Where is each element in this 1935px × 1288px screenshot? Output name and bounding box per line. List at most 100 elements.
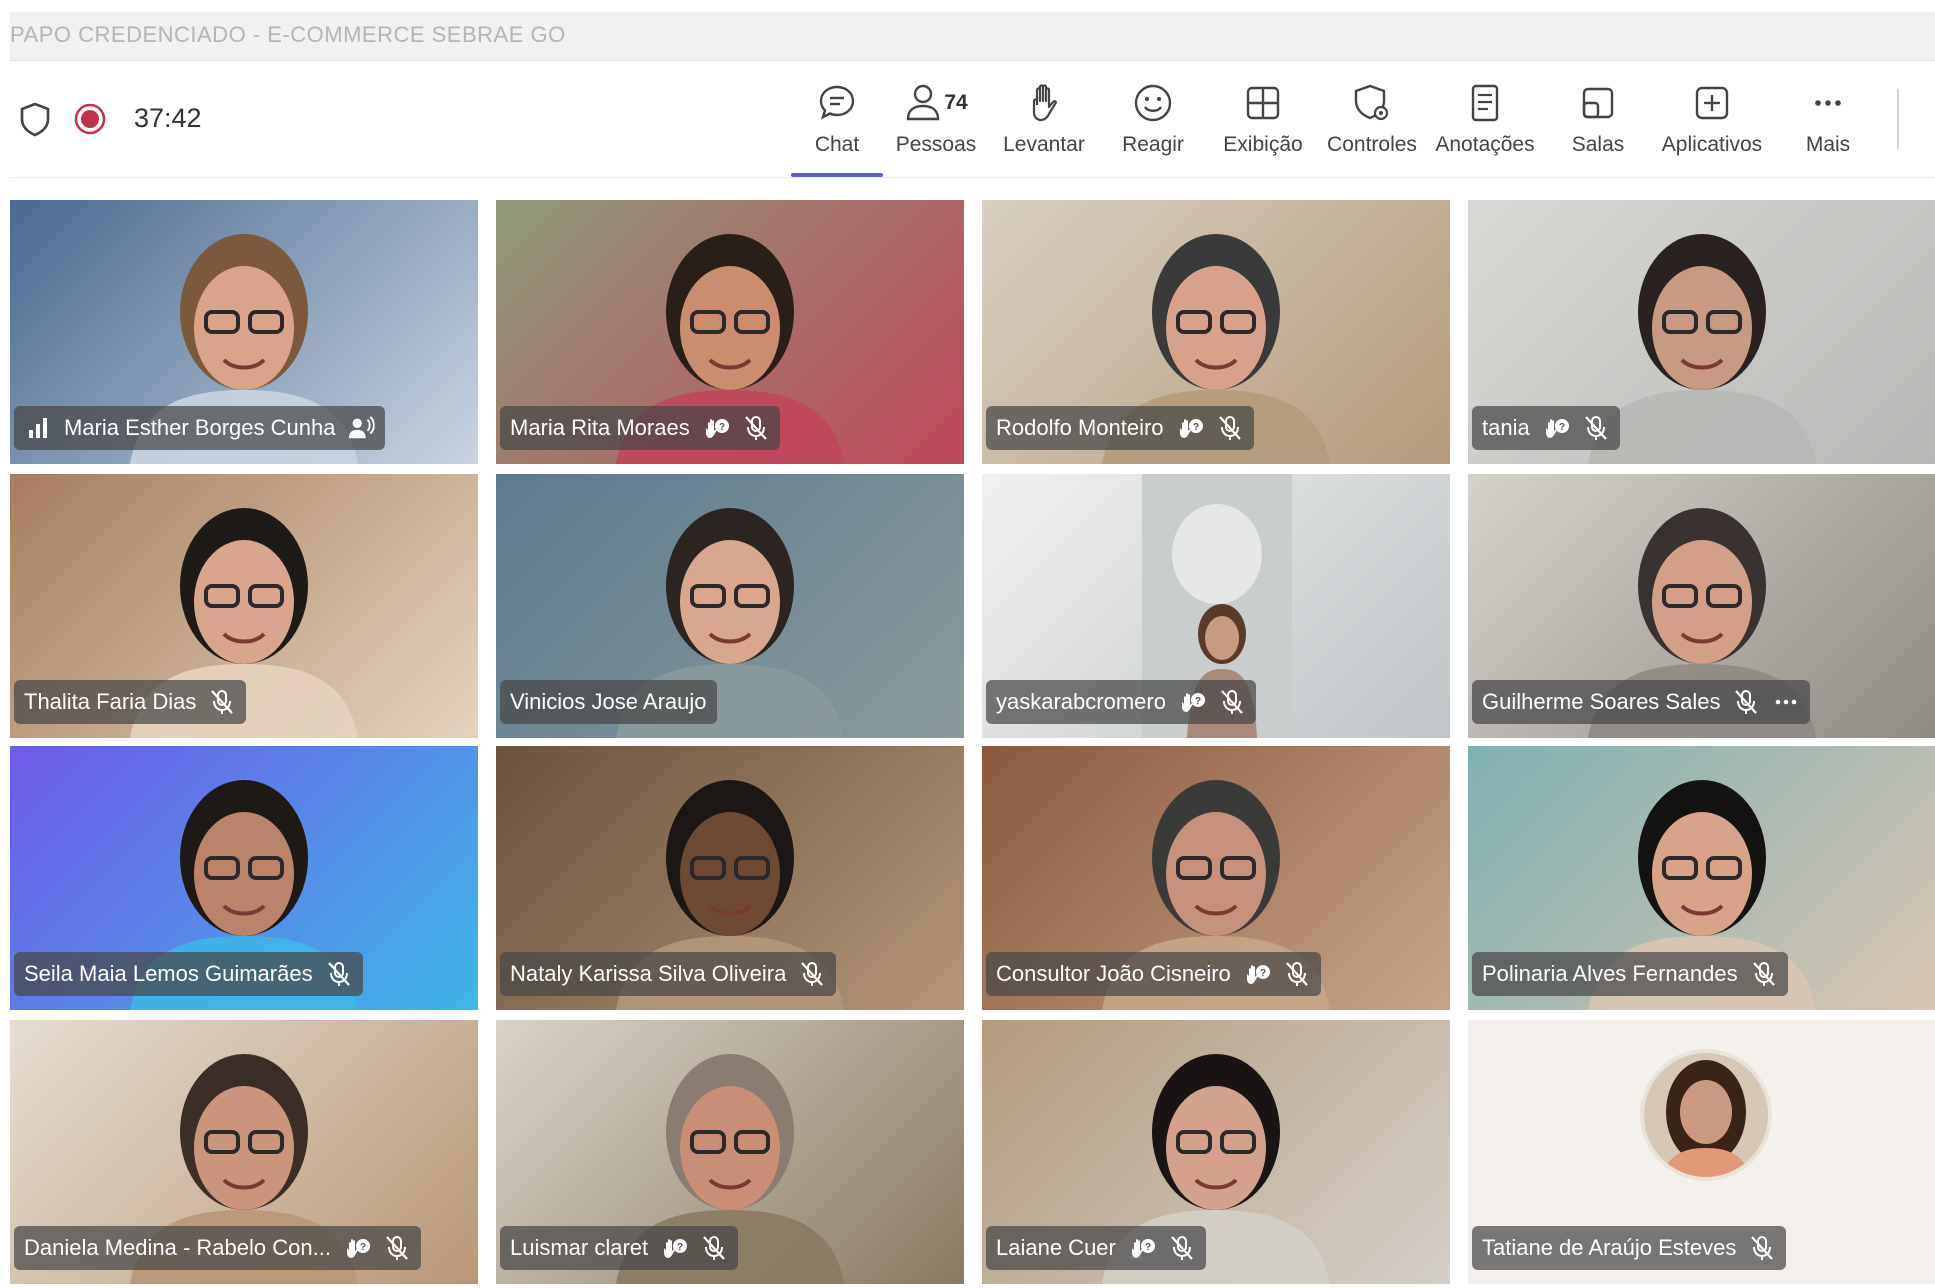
participant-tile[interactable]: Seila Maia Lemos Guimarães bbox=[10, 746, 478, 1010]
mic-off-icon bbox=[1582, 414, 1610, 442]
hand-help-icon: ? bbox=[1178, 688, 1206, 716]
participant-name: Laiane Cuer bbox=[996, 1235, 1116, 1260]
raise-hand-icon bbox=[1025, 81, 1063, 125]
speaking-icon bbox=[347, 414, 376, 442]
participant-name: Rodolfo Monteiro bbox=[996, 415, 1164, 440]
participant-name-label: Polinaria Alves Fernandes bbox=[1472, 952, 1788, 996]
participant-name-label: Tatiane de Araújo Esteves bbox=[1472, 1226, 1787, 1270]
svg-text:?: ? bbox=[1192, 422, 1198, 433]
mic-off-icon bbox=[383, 1234, 411, 1262]
svg-text:?: ? bbox=[1559, 422, 1565, 433]
participant-name: Maria Esther Borges Cunha bbox=[64, 415, 336, 440]
hand-help-icon: ? bbox=[1542, 414, 1570, 442]
svg-text:?: ? bbox=[1260, 968, 1266, 979]
participant-tile[interactable]: Consultor João Cisneiro? bbox=[982, 746, 1450, 1010]
hand-help-icon: ? bbox=[702, 414, 730, 442]
participant-name: Luismar claret bbox=[510, 1235, 649, 1260]
participant-name: Polinaria Alves Fernandes bbox=[1482, 961, 1738, 986]
participant-tile[interactable]: tania? bbox=[1468, 200, 1935, 464]
participant-tile[interactable]: yaskarabcromero? bbox=[982, 474, 1450, 738]
participant-name-label: Vinicios Jose Araujo bbox=[500, 680, 717, 724]
more-icon bbox=[1808, 81, 1848, 125]
participant-name-label: yaskarabcromero? bbox=[986, 680, 1256, 724]
svg-text:?: ? bbox=[677, 1242, 683, 1253]
ellipsis-icon[interactable] bbox=[1772, 688, 1800, 716]
participant-name-label: Nataly Karissa Silva Oliveira bbox=[500, 952, 837, 996]
participant-tile[interactable]: Polinaria Alves Fernandes bbox=[1468, 746, 1935, 1010]
grid-view-icon bbox=[1243, 81, 1283, 125]
toolbar-button-label: Aplicativos bbox=[1661, 133, 1763, 156]
participant-tile[interactable]: Guilherme Soares Sales bbox=[1468, 474, 1935, 738]
notes-icon bbox=[1467, 81, 1503, 125]
mic-off-icon bbox=[1216, 414, 1244, 442]
participant-name: Consultor João Cisneiro bbox=[996, 961, 1231, 986]
svg-text:?: ? bbox=[719, 422, 725, 433]
participant-name: Thalita Faria Dias bbox=[24, 689, 197, 714]
toolbar-divider bbox=[1897, 89, 1899, 149]
participant-grid: Maria Esther Borges Cunha Maria Rita Mora… bbox=[10, 200, 1935, 1288]
mic-off-icon bbox=[208, 688, 236, 716]
participant-tile[interactable]: Nataly Karissa Silva Oliveira bbox=[496, 746, 964, 1010]
participant-name-label: Rodolfo Monteiro? bbox=[986, 406, 1254, 450]
signal-icon bbox=[24, 414, 52, 442]
toolbar-button-more[interactable]: Mais bbox=[1758, 61, 1898, 177]
title-bar: PAPO CREDENCIADO - E-COMMERCE SEBRAE GO bbox=[10, 12, 1935, 61]
hand-help-icon: ? bbox=[1243, 960, 1271, 988]
participant-name: Daniela Medina - Rabelo Con... bbox=[24, 1235, 331, 1260]
participant-tile[interactable]: Maria Esther Borges Cunha bbox=[10, 200, 478, 464]
people-count: 74 bbox=[944, 91, 968, 114]
svg-text:?: ? bbox=[360, 1242, 366, 1253]
participant-name-label: Maria Esther Borges Cunha bbox=[14, 406, 386, 450]
toolbar-button-label: Mais bbox=[1805, 133, 1851, 156]
svg-text:?: ? bbox=[1195, 696, 1201, 707]
rooms-icon bbox=[1578, 81, 1618, 125]
participant-name: Guilherme Soares Sales bbox=[1482, 689, 1721, 714]
mic-off-icon bbox=[1168, 1234, 1196, 1262]
participant-name-label: Seila Maia Lemos Guimarães bbox=[14, 952, 363, 996]
toolbar-button-label: Chat bbox=[814, 133, 860, 156]
participant-tile[interactable]: Tatiane de Araújo Esteves bbox=[1468, 1020, 1935, 1284]
participant-name-label: tania? bbox=[1472, 406, 1620, 450]
mic-off-icon bbox=[1283, 960, 1311, 988]
participant-tile[interactable]: Daniela Medina - Rabelo Con...? bbox=[10, 1020, 478, 1284]
participant-tile[interactable]: Laiane Cuer? bbox=[982, 1020, 1450, 1284]
add-app-icon bbox=[1692, 81, 1732, 125]
toolbar-button-label: Salas bbox=[1571, 133, 1625, 156]
mic-off-icon bbox=[700, 1234, 728, 1262]
participant-name-label: Thalita Faria Dias bbox=[14, 680, 247, 724]
participant-tile[interactable]: Vinicios Jose Araujo bbox=[496, 474, 964, 738]
toolbar-button-label: Anotações bbox=[1435, 133, 1535, 156]
hand-help-icon: ? bbox=[660, 1234, 688, 1262]
participant-name: Tatiane de Araújo Esteves bbox=[1482, 1235, 1737, 1260]
participant-tile[interactable]: Luismar claret? bbox=[496, 1020, 964, 1284]
participant-name: Nataly Karissa Silva Oliveira bbox=[510, 961, 787, 986]
mic-off-icon bbox=[798, 960, 826, 988]
mic-off-icon bbox=[1218, 688, 1246, 716]
participant-name-label: Guilherme Soares Sales bbox=[1472, 680, 1811, 724]
hand-help-icon: ? bbox=[343, 1234, 371, 1262]
toolbar-button-label: Reagir bbox=[1122, 133, 1184, 156]
participant-tile[interactable]: Thalita Faria Dias bbox=[10, 474, 478, 738]
toolbar-button-label: Controles bbox=[1327, 133, 1417, 156]
recording-icon bbox=[74, 103, 106, 135]
people-icon: 74 bbox=[904, 81, 968, 125]
participant-tile[interactable]: Rodolfo Monteiro? bbox=[982, 200, 1450, 464]
participant-tile[interactable]: Maria Rita Moraes? bbox=[496, 200, 964, 464]
meeting-title: PAPO CREDENCIADO - E-COMMERCE SEBRAE GO bbox=[10, 22, 566, 47]
toolbar-button-label: Levantar bbox=[1003, 133, 1085, 156]
toolbar-button-label: Pessoas bbox=[895, 133, 977, 156]
mic-off-icon bbox=[1750, 960, 1778, 988]
chat-icon bbox=[816, 81, 858, 125]
toolbar-button-label: Exibição bbox=[1223, 133, 1303, 156]
participant-name: Seila Maia Lemos Guimarães bbox=[24, 961, 313, 986]
participant-name: Maria Rita Moraes bbox=[510, 415, 690, 440]
meeting-toolbar: 37:42 Chat 74 Pessoas Levantar Reagir Exibiçã… bbox=[10, 61, 1935, 178]
shield-gear-icon bbox=[1352, 81, 1392, 125]
participant-name-label: Laiane Cuer? bbox=[986, 1226, 1206, 1270]
meeting-timer: 37:42 bbox=[134, 103, 202, 133]
svg-text:?: ? bbox=[1145, 1242, 1151, 1253]
participant-name: Vinicios Jose Araujo bbox=[510, 689, 707, 714]
shield-icon[interactable] bbox=[18, 101, 52, 137]
participant-name-label: Luismar claret? bbox=[500, 1226, 739, 1270]
participant-name-label: Daniela Medina - Rabelo Con...? bbox=[14, 1226, 421, 1270]
